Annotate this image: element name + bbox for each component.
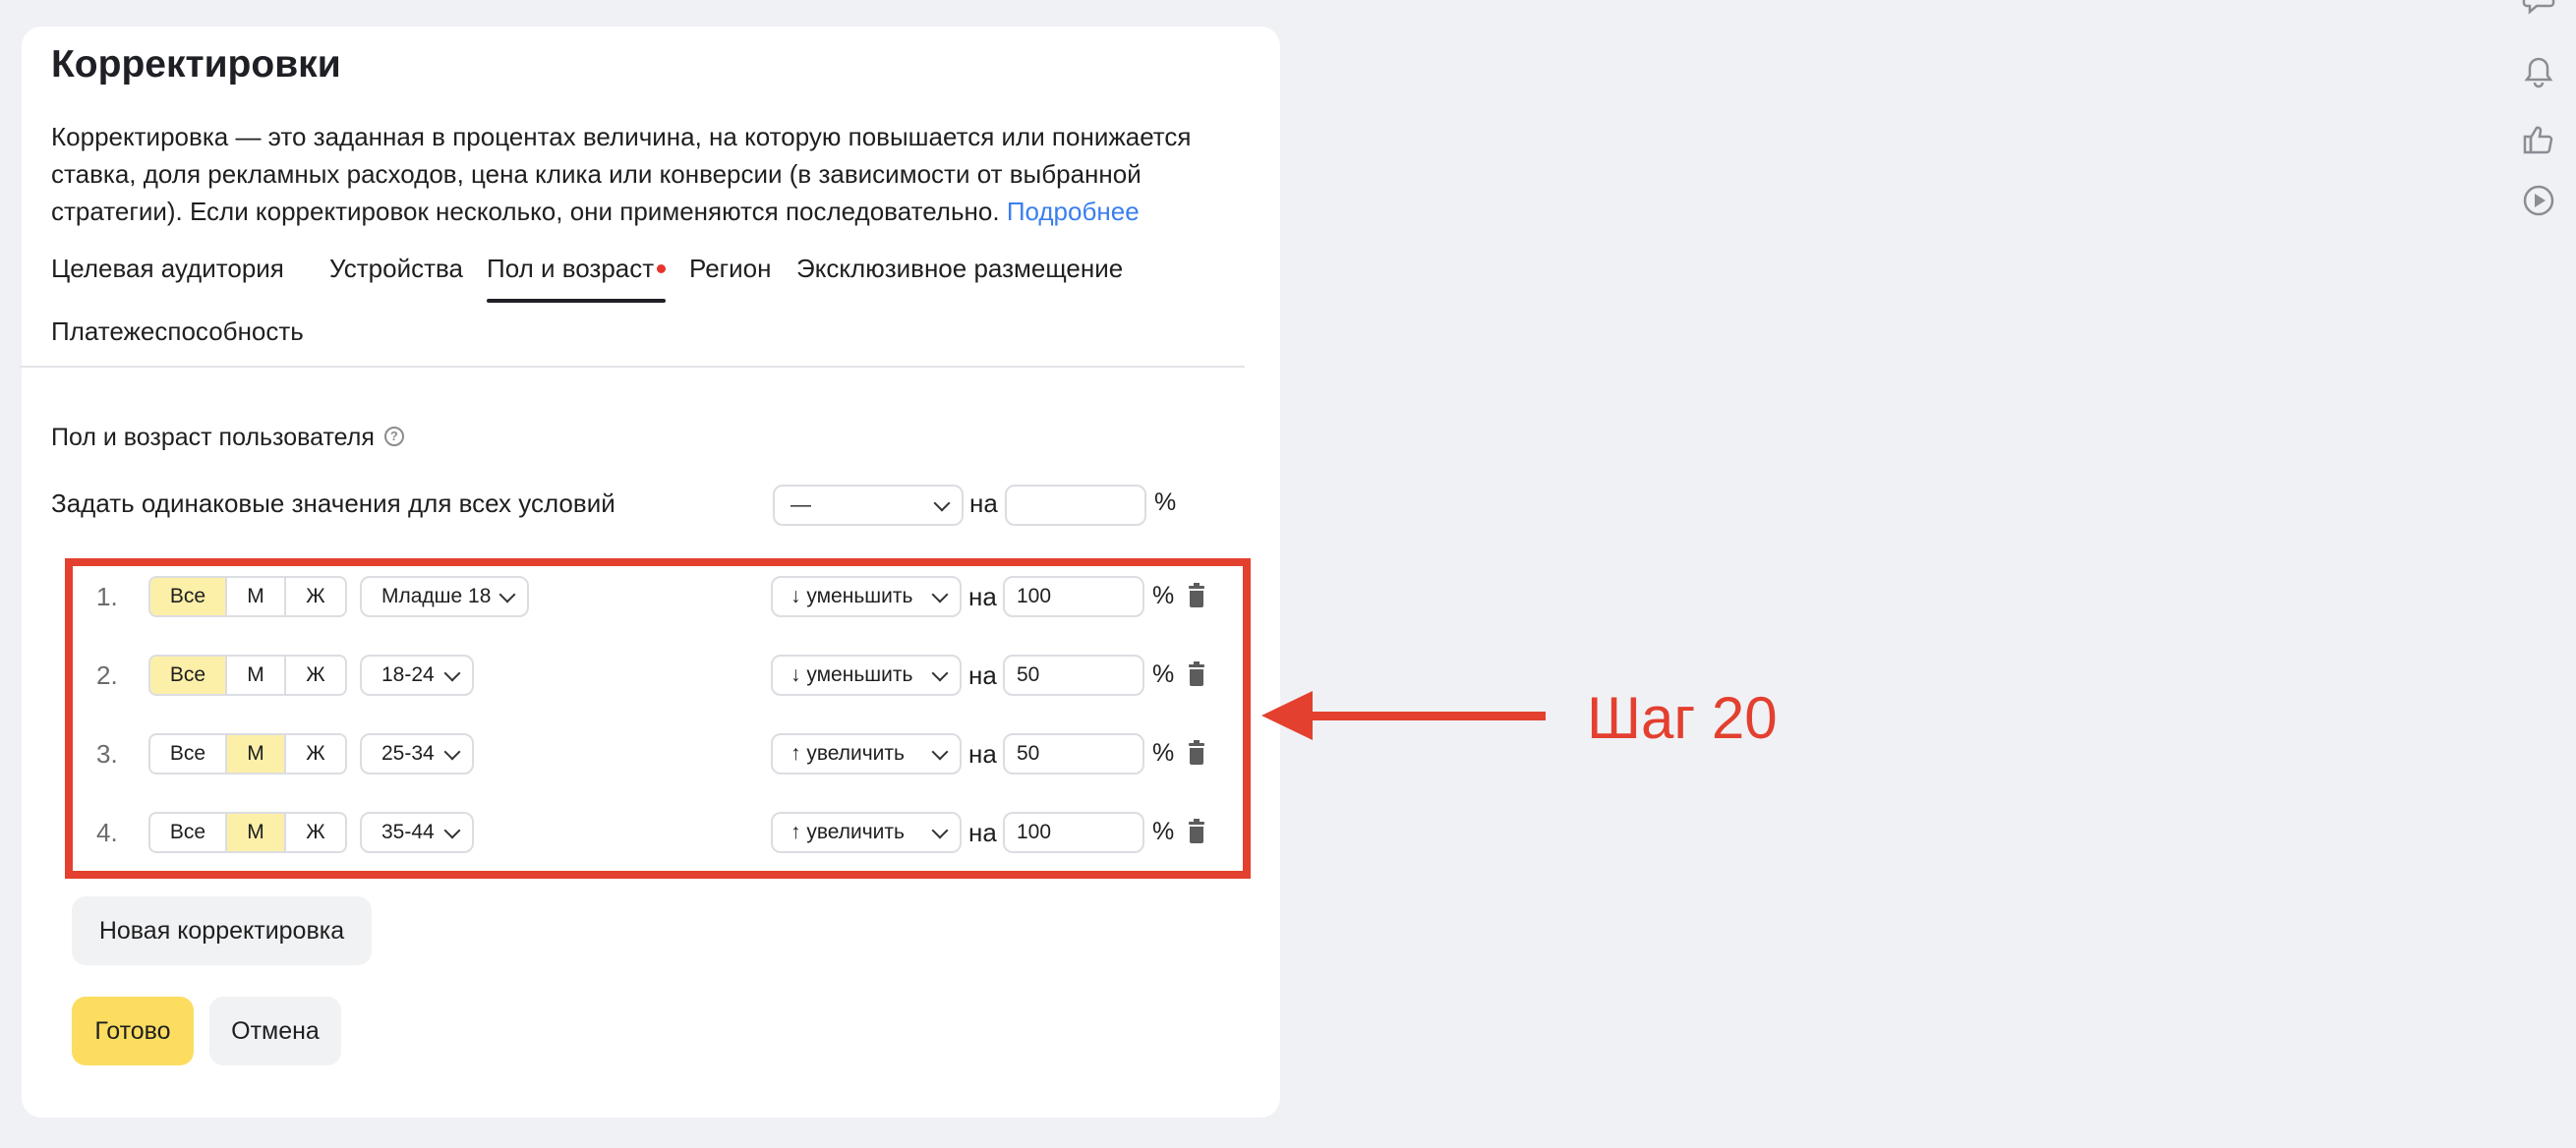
tab-region[interactable]: Регион [689, 254, 771, 284]
tab-gender-age[interactable]: Пол и возраст [487, 254, 667, 303]
tab-target-audience[interactable]: Целевая аудитория [51, 254, 284, 284]
play-icon[interactable] [2521, 183, 2556, 218]
tab-label: Регион [689, 254, 772, 283]
new-adjustment-button[interactable]: Новая корректировка [72, 896, 372, 965]
chat-icon[interactable] [2521, 0, 2556, 16]
cancel-button[interactable]: Отмена [209, 997, 341, 1065]
more-link[interactable]: Подробнее [1007, 197, 1140, 226]
done-button[interactable]: Готово [72, 997, 194, 1065]
tab-label: Платежеспособность [51, 316, 304, 346]
same-values-label: Задать одинаковые значения для всех усло… [51, 488, 615, 518]
same-values-action-select[interactable]: — [773, 485, 964, 526]
na-label: на [969, 488, 998, 518]
help-icon[interactable]: ? [383, 427, 404, 447]
tab-label: Устройства [329, 254, 464, 283]
tabs-divider [20, 366, 1245, 368]
modified-dot-icon [657, 263, 667, 273]
section-label: Пол и возраст пользователя? [51, 424, 404, 452]
tab-exclusive-placement[interactable]: Эксклюзивное размещение [796, 254, 1123, 284]
dialog-title: Корректировки [51, 43, 341, 86]
tab-label: Пол и возраст [487, 254, 655, 283]
select-value: — [790, 493, 811, 516]
tab-solvency[interactable]: Платежеспособность [51, 316, 304, 347]
chevron-down-icon [933, 494, 951, 512]
dialog-description: Корректировка — это заданная в процентах… [51, 118, 1231, 230]
annotation-arrow-icon [1261, 691, 1313, 740]
tab-label: Эксклюзивное размещение [796, 254, 1124, 283]
section-label-text: Пол и возраст пользователя [51, 424, 375, 451]
bell-icon[interactable] [2521, 54, 2556, 89]
active-tab-underline [487, 299, 667, 303]
step-label: Шаг 20 [1587, 685, 1778, 751]
percent-sign: % [1154, 488, 1177, 516]
annotation-highlight-box [65, 558, 1251, 879]
tab-label: Целевая аудитория [51, 254, 284, 283]
tab-devices[interactable]: Устройства [329, 254, 463, 284]
thumbs-up-icon[interactable] [2521, 122, 2556, 157]
annotation-arrow-shaft [1298, 712, 1546, 720]
same-values-percent-input[interactable] [1005, 485, 1146, 526]
